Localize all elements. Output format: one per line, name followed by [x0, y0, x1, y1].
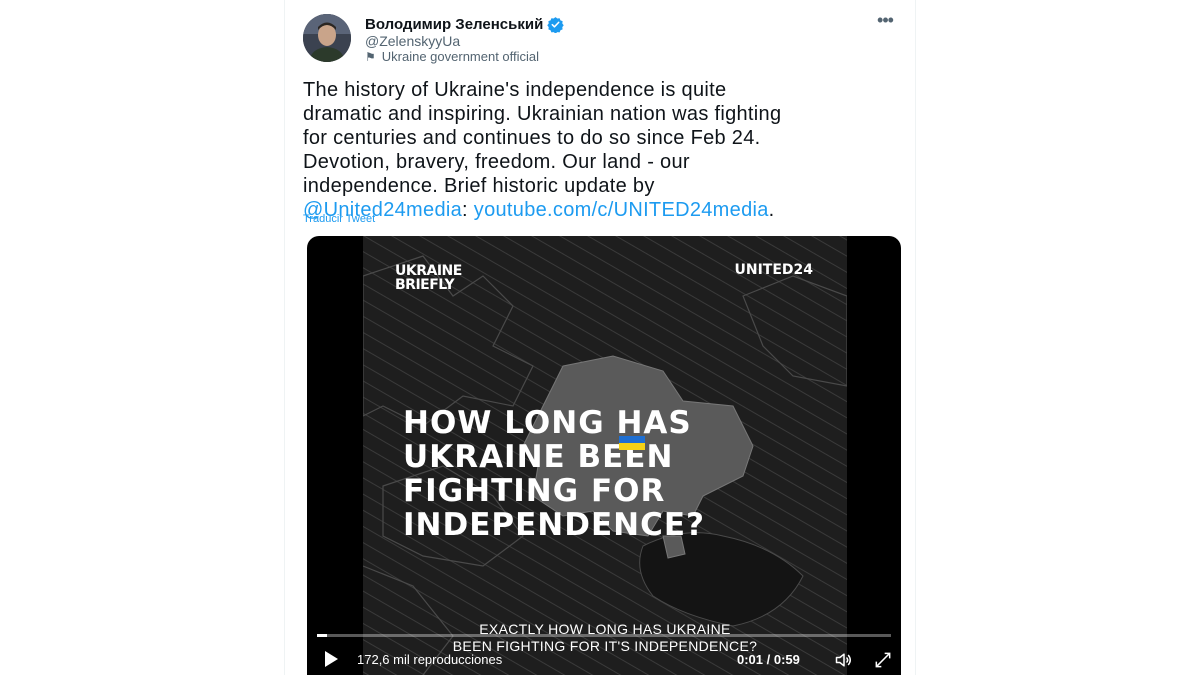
verified-badge-icon [547, 16, 565, 33]
headline-line: UKRAINE BEEN [403, 439, 674, 475]
play-icon[interactable] [325, 651, 338, 667]
ukraine-briefly-logo: UKRAINE BRIEFLY [395, 264, 462, 292]
government-label-text: Ukraine government official [381, 49, 540, 64]
video-controls: 172,6 mil reproducciones 0:01 / 0:59 [307, 643, 901, 675]
brand-left-line: BRIEFLY [395, 277, 455, 293]
avatar[interactable] [303, 14, 351, 62]
tweet-text-line: independence. Brief historic update by [303, 175, 655, 197]
flag-yellow-stripe [619, 443, 645, 450]
fullscreen-icon[interactable] [873, 650, 893, 670]
volume-icon[interactable] [833, 650, 855, 670]
headline-line: HOW LONG HAS [403, 405, 692, 441]
tweet-text-line: for centuries and continues to do so sin… [303, 127, 761, 149]
video-time: 0:01 / 0:59 [737, 652, 800, 667]
more-options-icon[interactable]: ••• [875, 10, 895, 30]
tweet-text-line: The history of Ukraine's independence is… [303, 79, 727, 101]
brand-left-line: UKRAINE [395, 263, 462, 279]
flag-icon: ⚑ [365, 49, 376, 64]
author-name-row: Володимир Зеленський [365, 14, 565, 34]
separator: : [462, 199, 468, 221]
united24-logo: UNITED24 [734, 262, 813, 278]
headline-line: FIGHTING FOR [403, 473, 666, 509]
view-count: 172,6 mil reproducciones [357, 652, 503, 667]
end-punctuation: . [768, 199, 775, 221]
video-progress-bar[interactable] [317, 634, 891, 637]
ukraine-flag-icon [619, 436, 645, 450]
video-progress-fill [317, 634, 327, 637]
author-display-name[interactable]: Володимир Зеленський [365, 16, 543, 33]
government-label: ⚑ Ukraine government official [365, 49, 539, 64]
headline-line: INDEPENDENCE? [403, 507, 705, 543]
translate-tweet-link[interactable]: Traducir Tweet [303, 213, 375, 225]
tweet-text-line: Devotion, bravery, freedom. Our land - o… [303, 151, 690, 173]
tweet-text: The history of Ukraine's independence is… [303, 78, 903, 222]
tweet-text-line-links: @United24media: youtube.com/c/UNITED24me… [303, 198, 903, 222]
video-headline: HOW LONG HAS UKRAINE BEEN FIGHTING FOR I… [403, 406, 823, 542]
tweet-text-line: dramatic and inspiring. Ukrainian nation… [303, 103, 782, 125]
video-player[interactable]: UKRAINE BRIEFLY UNITED24 HOW LONG HAS UK… [307, 236, 901, 675]
url-link[interactable]: youtube.com/c/UNITED24media [474, 199, 769, 221]
video-frame: UKRAINE BRIEFLY UNITED24 HOW LONG HAS UK… [363, 236, 847, 675]
author-handle[interactable]: @ZelenskyyUa [365, 33, 460, 49]
tweet-card: Володимир Зеленський @ZelenskyyUa ⚑ Ukra… [284, 0, 916, 675]
flag-blue-stripe [619, 436, 645, 443]
